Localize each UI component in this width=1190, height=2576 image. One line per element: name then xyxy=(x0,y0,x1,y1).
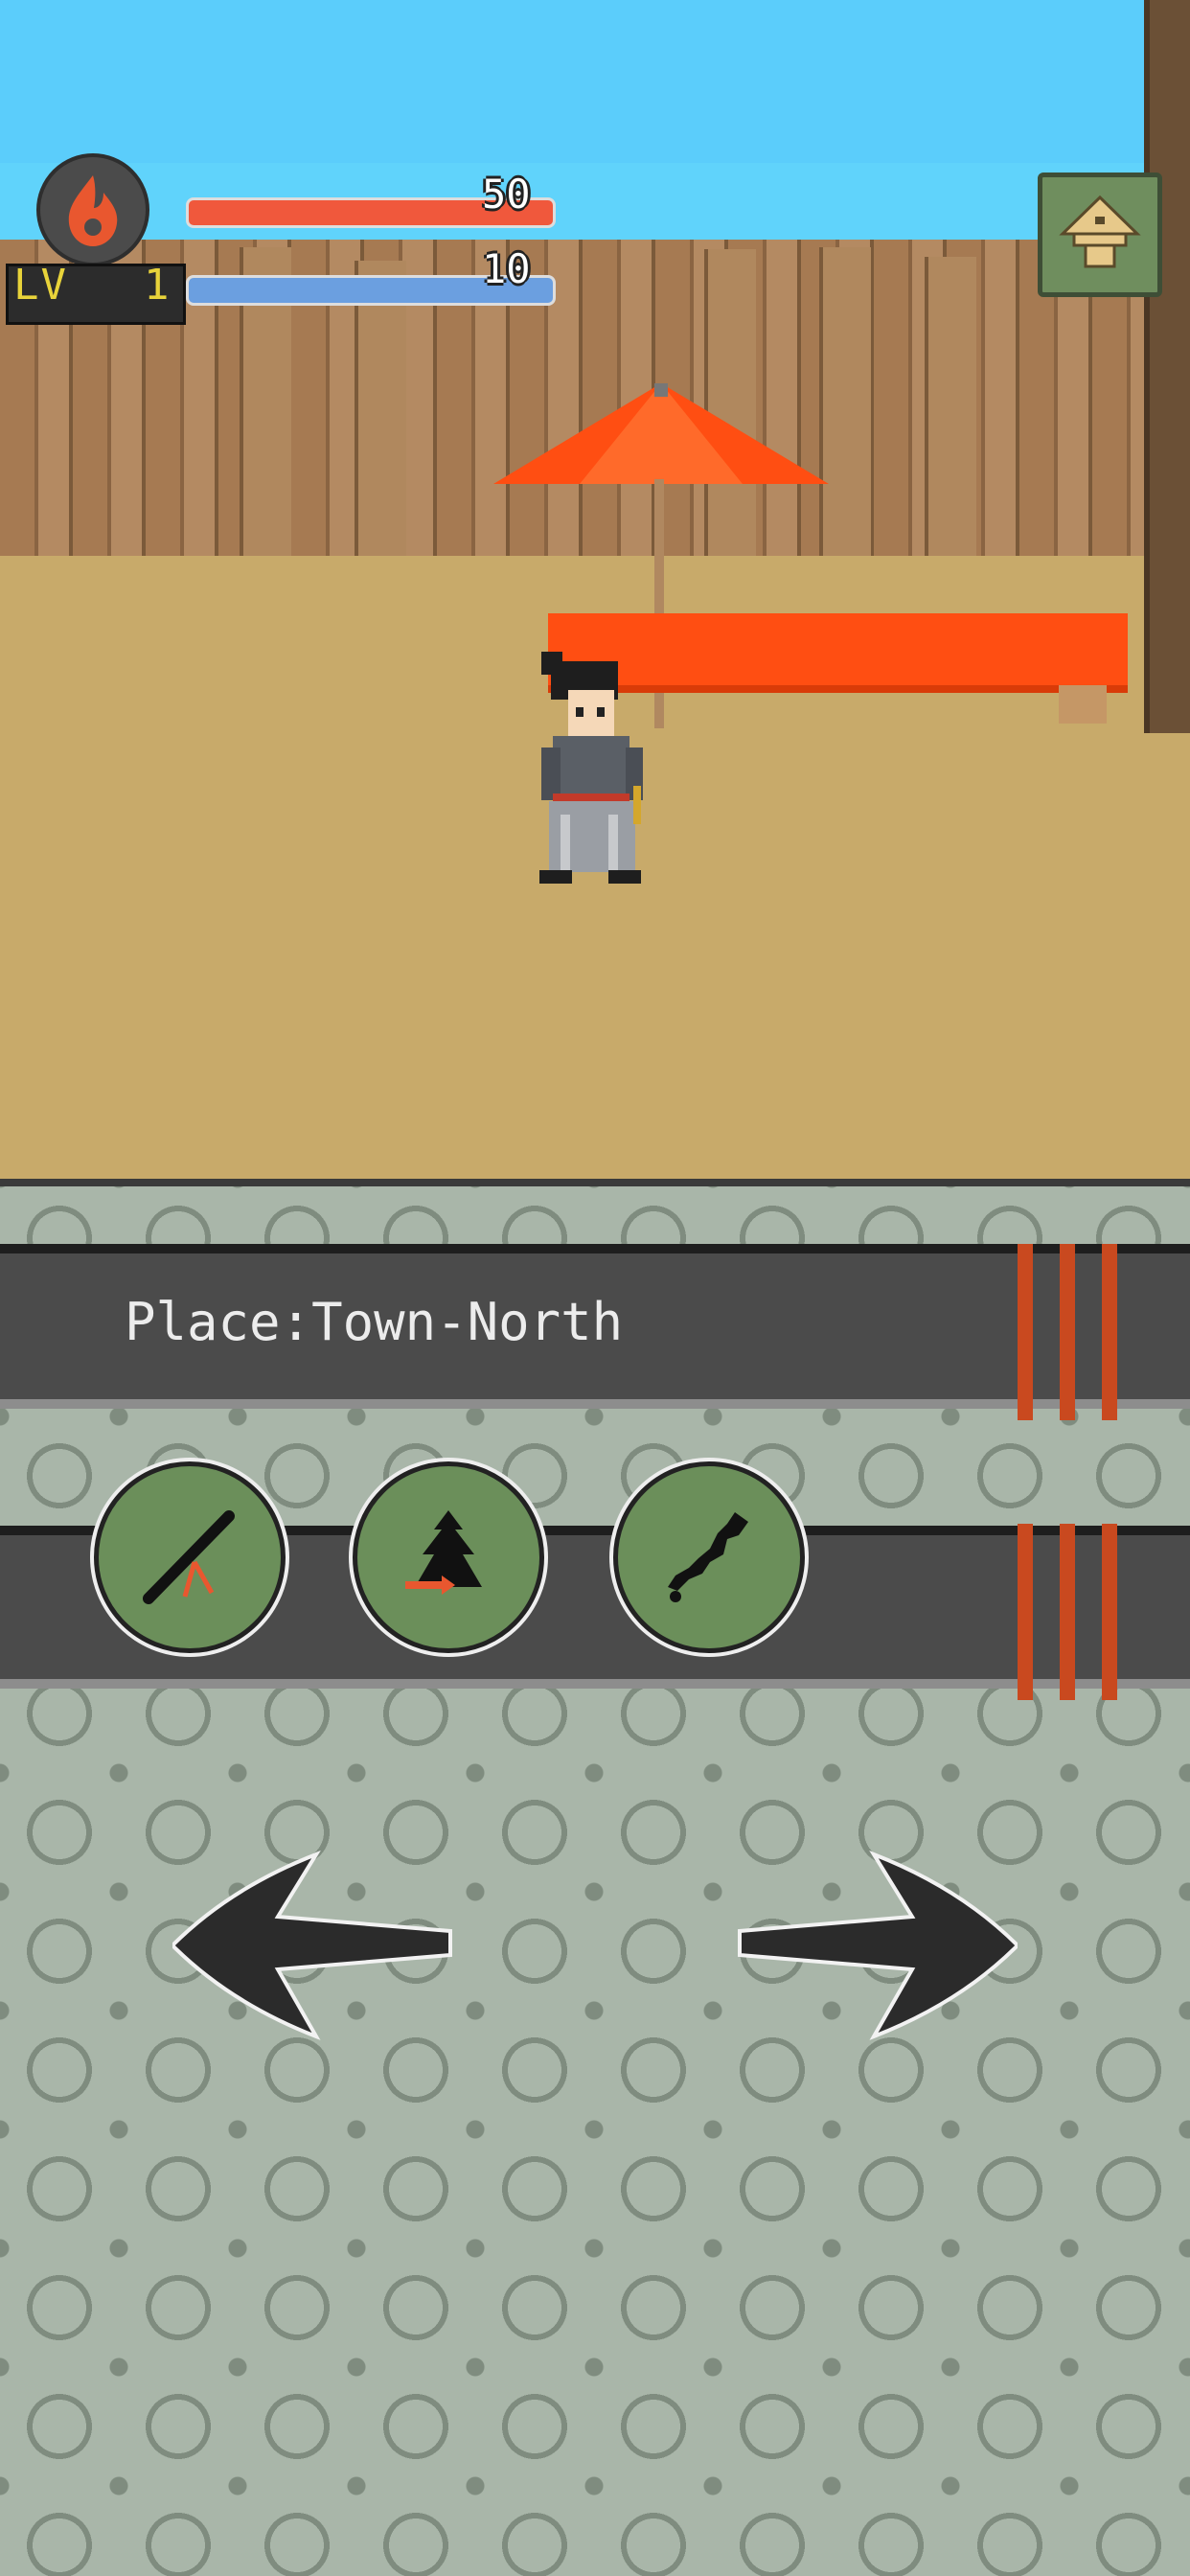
move-right-button[interactable] xyxy=(730,1850,1018,2041)
player-avatar[interactable] xyxy=(36,153,149,266)
home-button[interactable] xyxy=(1038,172,1162,297)
stripe-decoration xyxy=(1018,1524,1033,1700)
stripe-decoration xyxy=(1102,1524,1117,1700)
level-value: 1 xyxy=(144,261,170,310)
flame-icon xyxy=(68,175,118,246)
hp-value: 50 xyxy=(482,171,531,218)
red-umbrella xyxy=(493,383,829,484)
mp-value: 10 xyxy=(482,245,531,292)
house-icon xyxy=(1059,195,1141,268)
sword-icon xyxy=(143,1510,235,1604)
arrow-left-icon xyxy=(172,1850,452,2040)
stripe-decoration xyxy=(1102,1244,1117,1420)
samurai-character[interactable] xyxy=(513,652,666,901)
stripe-decoration xyxy=(1018,1244,1033,1420)
map-japan-icon xyxy=(668,1512,748,1602)
castle-exit-icon xyxy=(405,1510,482,1595)
level-label: LV xyxy=(13,261,68,310)
leave-castle-button[interactable] xyxy=(353,1461,544,1653)
stripe-decoration xyxy=(1060,1524,1075,1700)
panel-divider xyxy=(0,1179,1190,1186)
move-left-button[interactable] xyxy=(172,1850,460,2041)
game-scene xyxy=(0,0,1190,1179)
wooden-pillar xyxy=(1144,0,1190,733)
stripe-decoration xyxy=(1060,1244,1075,1420)
location-label: Place:Town-North xyxy=(125,1292,624,1352)
map-button[interactable] xyxy=(613,1461,805,1653)
sword-button[interactable] xyxy=(94,1461,286,1653)
fence-post xyxy=(925,257,976,556)
arrow-right-icon xyxy=(738,1850,1018,2040)
bench-leg xyxy=(1059,685,1107,724)
